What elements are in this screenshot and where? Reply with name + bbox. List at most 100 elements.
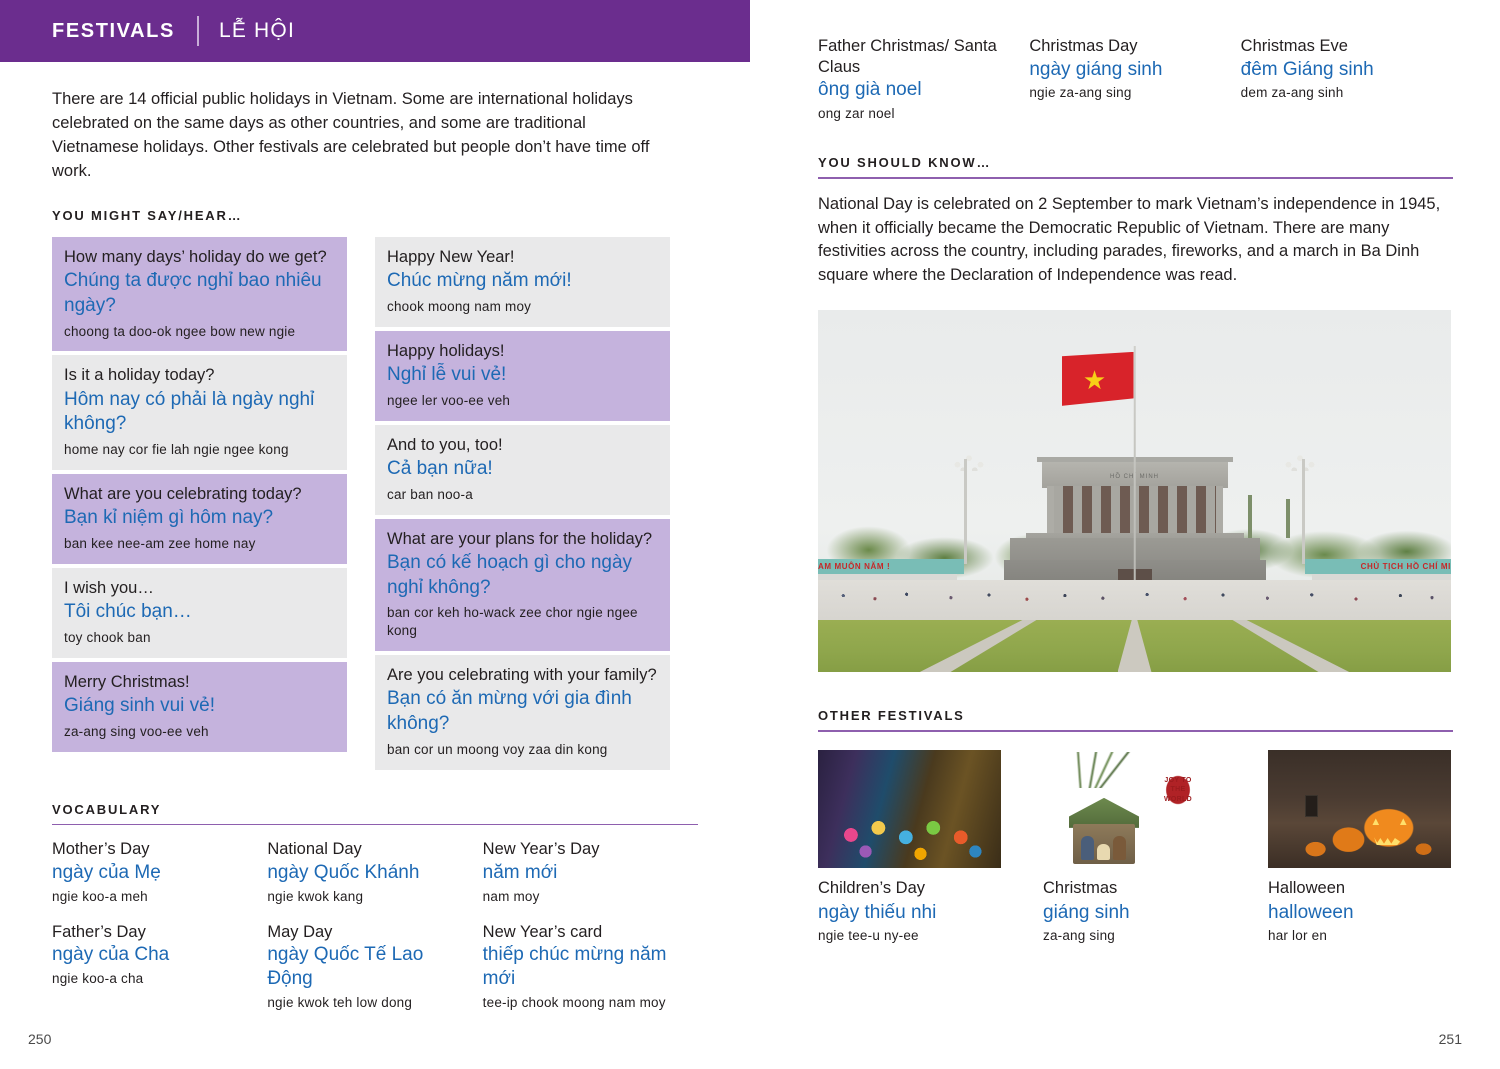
creche-figurine <box>1065 798 1143 864</box>
phrase-pronunciation: toy chook ban <box>64 629 335 647</box>
term-pronunciation: ngie za-ang sing <box>1029 85 1240 100</box>
phrase-english: Are you celebrating with your family? <box>387 665 658 686</box>
palm-trunk <box>1248 495 1252 538</box>
other-festivals-section: OTHER FESTIVALS Children’s Day ngày thiế… <box>818 708 1452 943</box>
know-section-label: YOU SHOULD KNOW… <box>818 155 1452 170</box>
vocabulary-item: New Year’s Day năm mới nam moy <box>483 839 698 903</box>
know-paragraph: National Day is celebrated on 2 Septembe… <box>818 193 1453 289</box>
vocab-english: New Year’s card <box>483 922 684 943</box>
festival-english: Christmas <box>1043 878 1226 899</box>
flagpole <box>1133 346 1136 589</box>
phrase-pronunciation: choong ta doo-ok ngee bow new ngie <box>64 323 335 341</box>
festival-pronunciation: har lor en <box>1268 928 1451 943</box>
mausoleum-photo: HỒ CHÍ MINH AM MUÔN NĂM ! CHỦ TỊCH HỒ CH… <box>818 310 1451 672</box>
phrase-pronunciation: za-ang sing voo-ee veh <box>64 723 335 741</box>
vocabulary-item: New Year’s card thiếp chúc mừng năm mới … <box>483 922 698 1010</box>
know-rule <box>818 177 1453 179</box>
page-number-left: 250 <box>28 1031 51 1047</box>
term-vietnamese: ngày giáng sinh <box>1029 58 1240 82</box>
vocabulary-column-2: National Day ngày Quốc Khánh ngie kwok k… <box>267 839 482 1028</box>
vocab-english: Father’s Day <box>52 922 253 943</box>
festival-english: Halloween <box>1268 878 1451 899</box>
phrase-english: What are you celebrating today? <box>64 484 335 505</box>
children-performers-photo <box>818 750 1001 868</box>
christmas-term: Father Christmas/ Santa Claus ông già no… <box>818 36 1029 121</box>
chapter-title-english: FESTIVALS <box>52 20 175 43</box>
phrase-vietnamese: Nghỉ lễ vui vẻ! <box>387 363 658 388</box>
vocab-pronunciation: tee-ip chook moong nam moy <box>483 995 684 1010</box>
vocab-english: Mother’s Day <box>52 839 253 860</box>
phrase-pronunciation: ngee ler voo-ee veh <box>387 392 658 410</box>
vocabulary-item: Mother’s Day ngày của Mẹ ngie koo-a meh <box>52 839 267 903</box>
term-english: Father Christmas/ Santa Claus <box>818 36 1029 77</box>
vocabulary-column-3: New Year’s Day năm mới nam moy New Year’… <box>483 839 698 1028</box>
phrase-box: How many days’ holiday do we get? Chúng … <box>52 237 347 352</box>
intro-paragraph: There are 14 official public holidays in… <box>52 88 652 184</box>
vocabulary-section: VOCABULARY Mother’s Day ngày của Mẹ ngie… <box>52 802 698 1028</box>
phrase-column-2: Happy New Year! Chúc mừng năm mới! chook… <box>375 237 670 774</box>
creche-figure <box>1113 836 1126 860</box>
vocab-pronunciation: ngie koo-a cha <box>52 971 253 986</box>
other-festivals-label: OTHER FESTIVALS <box>818 708 1452 723</box>
vietnam-flag: ★ <box>1062 352 1134 406</box>
phrase-pronunciation: car ban noo-a <box>387 486 658 504</box>
nativity-scene: JOY TO THE WORLD <box>1043 750 1226 868</box>
vocab-vietnamese: thiếp chúc mừng năm mới <box>483 943 684 991</box>
festival-vietnamese: halloween <box>1268 901 1451 925</box>
christmas-term: Christmas Eve đêm Giáng sinh dem za-ang … <box>1241 36 1452 121</box>
vocabulary-item: National Day ngày Quốc Khánh ngie kwok k… <box>267 839 482 903</box>
jack-o-lantern-photo <box>1268 750 1451 868</box>
banner-left: AM MUÔN NĂM ! <box>818 559 964 574</box>
phrase-vietnamese: Hôm nay có phải là ngày nghỉ không? <box>64 388 335 437</box>
vocabulary-item: May Day ngày Quốc Tế Lao Động ngie kwok … <box>267 922 482 1010</box>
vocab-vietnamese: ngày Quốc Tế Lao Động <box>267 943 468 991</box>
festival-card: JOY TO THE WORLD Christmas giáng sinh <box>1043 750 1226 943</box>
christmas-terms-row: Father Christmas/ Santa Claus ông già no… <box>818 36 1452 121</box>
phrase-box: What are you celebrating today? Bạn kỉ n… <box>52 474 347 564</box>
phrase-vietnamese: Chúc mừng năm mới! <box>387 269 658 294</box>
lamp-head-right <box>1282 455 1318 471</box>
phrase-english: Happy holidays! <box>387 341 658 362</box>
phrase-box: What are your plans for the holiday? Bạn… <box>375 519 670 651</box>
term-vietnamese: ông già noel <box>818 78 1029 102</box>
festival-card: Children’s Day ngày thiếu nhi ngie tee-u… <box>818 750 1001 943</box>
phrase-vietnamese: Tôi chúc bạn… <box>64 600 335 625</box>
phrase-columns: How many days’ holiday do we get? Chúng … <box>52 237 698 774</box>
vocabulary-grid: Mother’s Day ngày của Mẹ ngie koo-a meh … <box>52 839 698 1028</box>
phrase-english: And to you, too! <box>387 435 658 456</box>
phrase-column-1: How many days’ holiday do we get? Chúng … <box>52 237 347 774</box>
vocabulary-section-label: VOCABULARY <box>52 802 698 817</box>
crowd-of-visitors <box>818 580 1451 606</box>
phrase-box: I wish you… Tôi chúc bạn… toy chook ban <box>52 568 347 658</box>
festival-vietnamese: giáng sinh <box>1043 901 1226 925</box>
term-vietnamese: đêm Giáng sinh <box>1241 58 1452 82</box>
term-english: Christmas Eve <box>1241 36 1452 57</box>
phrase-english: Merry Christmas! <box>64 672 335 693</box>
creche-figure <box>1097 844 1110 860</box>
vocab-vietnamese: năm mới <box>483 861 684 885</box>
other-festivals-rule <box>818 730 1453 732</box>
vocab-pronunciation: nam moy <box>483 889 684 904</box>
vocab-english: May Day <box>267 922 468 943</box>
phrase-pronunciation: chook moong nam moy <box>387 298 658 316</box>
christmas-term: Christmas Day ngày giáng sinh ngie za-an… <box>1029 36 1240 121</box>
vocabulary-rule <box>52 824 698 826</box>
phrase-box: Happy holidays! Nghỉ lễ vui vẻ! ngee ler… <box>375 331 670 421</box>
phrase-box: Are you celebrating with your family? Bạ… <box>375 655 670 770</box>
phrase-vietnamese: Bạn có ăn mừng với gia đình không? <box>387 687 658 736</box>
say-hear-section-label: YOU MIGHT SAY/HEAR… <box>52 208 698 223</box>
phrase-box: Merry Christmas! Giáng sinh vui vẻ! za-a… <box>52 662 347 752</box>
vocab-vietnamese: ngày của Cha <box>52 943 253 967</box>
festival-pronunciation: za-ang sing <box>1043 928 1226 943</box>
festival-english: Children’s Day <box>818 878 1001 899</box>
vocab-vietnamese: ngày của Mẹ <box>52 861 253 885</box>
creche-figure <box>1081 836 1094 860</box>
phrase-english: I wish you… <box>64 578 335 599</box>
phrase-pronunciation: ban cor un moong voy zaa din kong <box>387 741 658 759</box>
vocab-pronunciation: ngie koo-a meh <box>52 889 253 904</box>
phrase-box: And to you, too! Cả bạn nữa! car ban noo… <box>375 425 670 515</box>
chapter-header-bar: FESTIVALS LỄ HỘI <box>0 0 750 62</box>
joy-to-the-world-ornament: JOY TO THE WORLD <box>1156 764 1200 816</box>
phrase-pronunciation: ban cor keh ho-wack zee chor ngie ngee k… <box>387 604 658 640</box>
phrase-english: How many days’ holiday do we get? <box>64 247 335 268</box>
